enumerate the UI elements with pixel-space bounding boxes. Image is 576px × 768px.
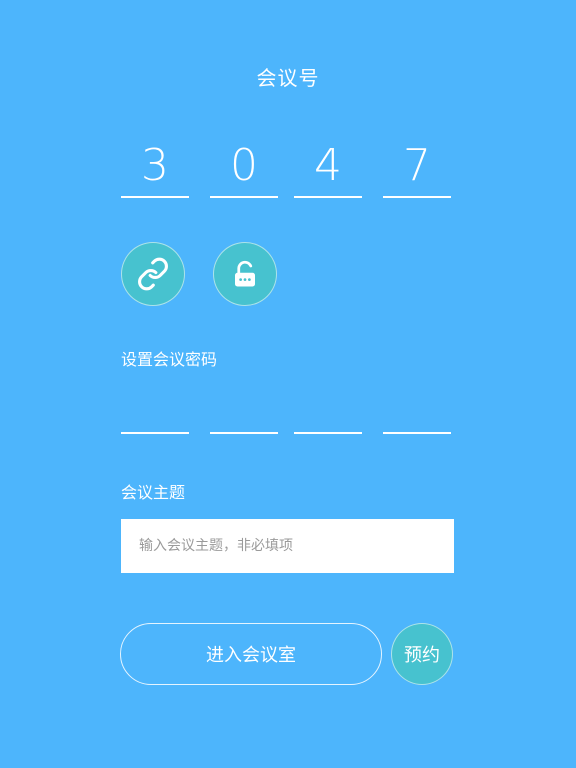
password-digit-slot[interactable] [121,432,189,434]
reserve-button[interactable]: 预约 [391,623,453,685]
password-digit-slot[interactable] [383,432,451,434]
share-link-button[interactable] [121,242,185,306]
topic-input[interactable] [121,519,454,573]
meeting-digit-underline [121,196,189,198]
meeting-digit-3: 4 [314,140,342,191]
enter-room-button[interactable]: 进入会议室 [120,623,382,685]
meeting-digit-underline [294,196,362,198]
meeting-digit-underline [383,196,451,198]
meeting-digit-4: 7 [403,140,431,191]
meeting-digit-1: 3 [141,140,169,191]
password-digit-slot[interactable] [294,432,362,434]
link-icon [138,257,168,291]
topic-label: 会议主题 [121,483,186,502]
unlock-icon [235,260,255,287]
meeting-digit-underline [210,196,278,198]
page-title: 会议号 [256,66,320,90]
meeting-digit-2: 0 [230,140,258,191]
password-label: 设置会议密码 [121,350,218,369]
lock-toggle-button[interactable] [213,242,277,306]
password-digit-slot[interactable] [210,432,278,434]
